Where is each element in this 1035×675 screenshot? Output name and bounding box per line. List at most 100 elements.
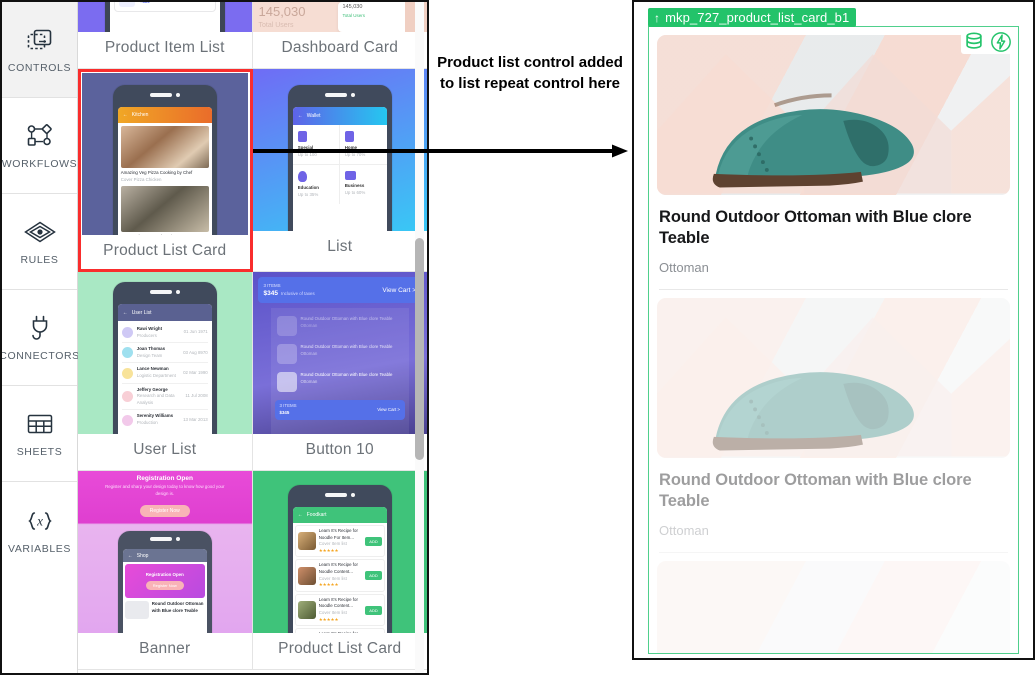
component-gallery-pane[interactable]: Earning +500 08 April 2020 Product Item … — [78, 2, 427, 673]
thumb-items-count: 3 ITEMS — [263, 282, 281, 288]
sidebar-item-controls[interactable]: CONTROLS — [2, 2, 77, 98]
thumb-user-date: 01 Jun 1971 — [183, 329, 208, 335]
product-title: Round Outdoor Ottoman with Blue clore Te… — [659, 470, 972, 511]
thumb-banner-cta[interactable]: Register Now — [139, 505, 190, 518]
gallery-tile-caption: Button 10 — [305, 441, 374, 458]
svg-text:x: x — [36, 513, 43, 528]
lightning-bolt-icon[interactable] — [990, 31, 1012, 53]
gallery-tile-product-item-list[interactable]: Earning +500 08 April 2020 Product Item … — [78, 2, 253, 69]
thumb-amount: +500 — [140, 2, 180, 6]
sidebar-item-workflows[interactable]: WORKFLOWS — [2, 98, 77, 194]
thumb-appbar-title: Shop — [136, 552, 149, 559]
sidebar-item-label: CONTROLS — [7, 62, 72, 74]
thumb-banner-cta[interactable]: Register Now — [145, 581, 184, 591]
gallery-tile-banner[interactable]: Registration Open Register and sharp you… — [78, 471, 253, 670]
arrow-up-icon: ↑ — [654, 10, 661, 25]
controls-icon — [24, 25, 56, 55]
thumb-user-name: Lance Newman — [136, 366, 169, 372]
gallery-tile-caption: List — [327, 238, 353, 255]
thumbnail: 145,030 Total Users 145,030 Total Users — [252, 2, 427, 32]
thumb-row: Round Outdoor Ottoman with Blue clore Te… — [300, 372, 393, 377]
thumb-user-role: Production — [136, 420, 158, 426]
thumb-row-sub: Cover Item list — [318, 610, 347, 616]
thumb-user-role: Logistic Department — [136, 373, 176, 379]
sidebar-item-variables[interactable]: x VARIABLES — [2, 482, 77, 578]
thumb-small-sub: Total Users — [342, 13, 366, 18]
thumb-appbar-title: Kitchen — [131, 112, 149, 118]
thumb-user-role: Research and Data Analysis — [136, 393, 175, 405]
thumbnail: 3 ITEMS $345 Inclusive of taxes View Car… — [252, 272, 427, 434]
product-card[interactable]: Round Outdoor Ottoman with Blue clore Te… — [649, 35, 1018, 290]
thumb-item-1: Amazing Veg Pizza Cooking by Chef — [120, 170, 193, 175]
thumb-add-badge[interactable]: ADD — [365, 536, 382, 546]
card-divider — [659, 551, 1008, 553]
control-name-badge[interactable]: ↑ mkp_727_product_list_card_b1 — [648, 8, 857, 27]
thumb-add-badge[interactable]: ADD — [365, 605, 382, 615]
preview-window: ↑ mkp_727_product_list_card_b1 Round Out… — [632, 0, 1035, 660]
builder-window: CONTROLS WORKFLOWS RULES CONNECTORS SHEE… — [0, 0, 429, 675]
thumb-cell-sub: Up to 60% — [344, 189, 366, 195]
sidebar-item-sheets[interactable]: SHEETS — [2, 386, 77, 482]
gallery-tile-dashboard-card[interactable]: 145,030 Total Users 145,030 Total Users … — [252, 2, 427, 69]
thumb-sub: Total Users — [258, 22, 294, 29]
database-icon[interactable] — [963, 31, 985, 53]
annotation-text: Product list control added to list repea… — [437, 54, 623, 93]
thumb-product: Round Outdoor Ottoman with Blue clore Te… — [151, 601, 204, 613]
sidebar-item-label: WORKFLOWS — [1, 158, 78, 170]
thumb-cell-sub: Up to 35% — [297, 191, 319, 197]
thumb-cta: View Cart > — [377, 406, 400, 412]
thumb-item-1-sub: Cover Pizza Chicken — [120, 176, 162, 182]
thumbnail: ← User List Rawi Wright Producers 01 Jun 1… — [78, 272, 252, 434]
product-image — [657, 35, 1010, 195]
thumbnail: Earning +500 08 April 2020 — [78, 2, 252, 32]
thumb-banner-title: Registration Open — [136, 475, 193, 482]
thumb-row: Round Outdoor Ottoman with Blue clore Te… — [300, 316, 393, 321]
gallery-tile-user-list[interactable]: ← User List Rawi Wright Producers 01 Jun 1… — [78, 272, 253, 471]
thumb-row: Learn It's Recipe for Noodle For Item... — [318, 528, 358, 540]
gallery-scrollbar-thumb[interactable] — [415, 238, 424, 460]
thumb-appbar-title: User List — [131, 309, 152, 316]
gallery-tile-caption: Product List Card — [278, 640, 402, 657]
thumb-user-date: 13 Mar 2013 — [183, 416, 208, 422]
thumb-user-name: Serenity Williams — [136, 413, 174, 419]
thumb-row-sub: Ottoman — [300, 378, 318, 384]
product-card[interactable] — [649, 560, 1018, 653]
plug-icon — [24, 313, 56, 343]
thumb-small-number: 145,030 — [342, 4, 363, 10]
gallery-tile-caption: Dashboard Card — [281, 39, 399, 56]
thumb-price-note: Inclusive of taxes — [280, 290, 315, 296]
thumb-cell-label: Education — [297, 185, 319, 191]
gallery-tile-product-list-card-selected[interactable]: ← Kitchen Amazing Veg Pizza Cooking by Ch… — [78, 69, 253, 272]
thumb-price: $345 — [279, 410, 290, 415]
gallery-tile-button-10[interactable]: 3 ITEMS $345 Inclusive of taxes View Car… — [252, 272, 427, 471]
card-divider — [659, 288, 1008, 290]
sidebar-item-label: RULES — [20, 254, 59, 266]
thumb-appbar-title: Wallet — [306, 113, 321, 119]
thumb-add-badge[interactable]: ADD — [365, 571, 382, 581]
product-card[interactable]: Round Outdoor Ottoman with Blue clore Te… — [649, 297, 1018, 553]
thumbnail: ← Kitchen Amazing Veg Pizza Cooking by Ch… — [82, 73, 248, 235]
thumb-row-sub: Cover Item list — [318, 541, 347, 547]
thumb-big-number: 145,030 — [258, 4, 306, 19]
table-icon — [24, 409, 56, 439]
screenshot-root: CONTROLS WORKFLOWS RULES CONNECTORS SHEE… — [0, 0, 1035, 675]
product-title: Round Outdoor Ottoman with Blue clore Te… — [659, 208, 972, 248]
thumb-row: Learn It's Recipe for Noodle Content... — [319, 631, 363, 633]
product-image — [657, 560, 1010, 653]
gallery-tile-caption: Product List Card — [103, 242, 227, 259]
gallery-tile-list[interactable]: ← Wallet Special Up to 100 Home Up to 70… — [252, 69, 427, 272]
thumb-row-sub: Cover Item list — [318, 575, 347, 581]
thumb-row: Learn It's Recipe for Noodle Content... — [318, 596, 358, 609]
control-name-label: mkp_727_product_list_card_b1 — [665, 10, 850, 25]
thumb-user-name: Jeffery George — [136, 386, 168, 392]
sidebar-item-connectors[interactable]: CONNECTORS — [2, 290, 79, 386]
gallery-tile-caption: Product Item List — [104, 39, 225, 56]
sidebar-item-rules[interactable]: RULES — [2, 194, 77, 290]
rules-eye-icon — [23, 217, 56, 247]
workflows-icon — [24, 121, 56, 151]
thumb-item-2: Tasty and Easy Food Recipes For... — [121, 234, 209, 235]
list-repeat-control-frame[interactable]: Round Outdoor Ottoman with Blue clore Te… — [648, 26, 1019, 654]
thumb-appbar-title: Foodkart — [306, 512, 327, 518]
variables-braces-icon: x — [24, 506, 56, 536]
gallery-tile-product-list-card-2[interactable]: ← Foodkart Learn It's Recipe for Noodle F… — [252, 471, 427, 670]
